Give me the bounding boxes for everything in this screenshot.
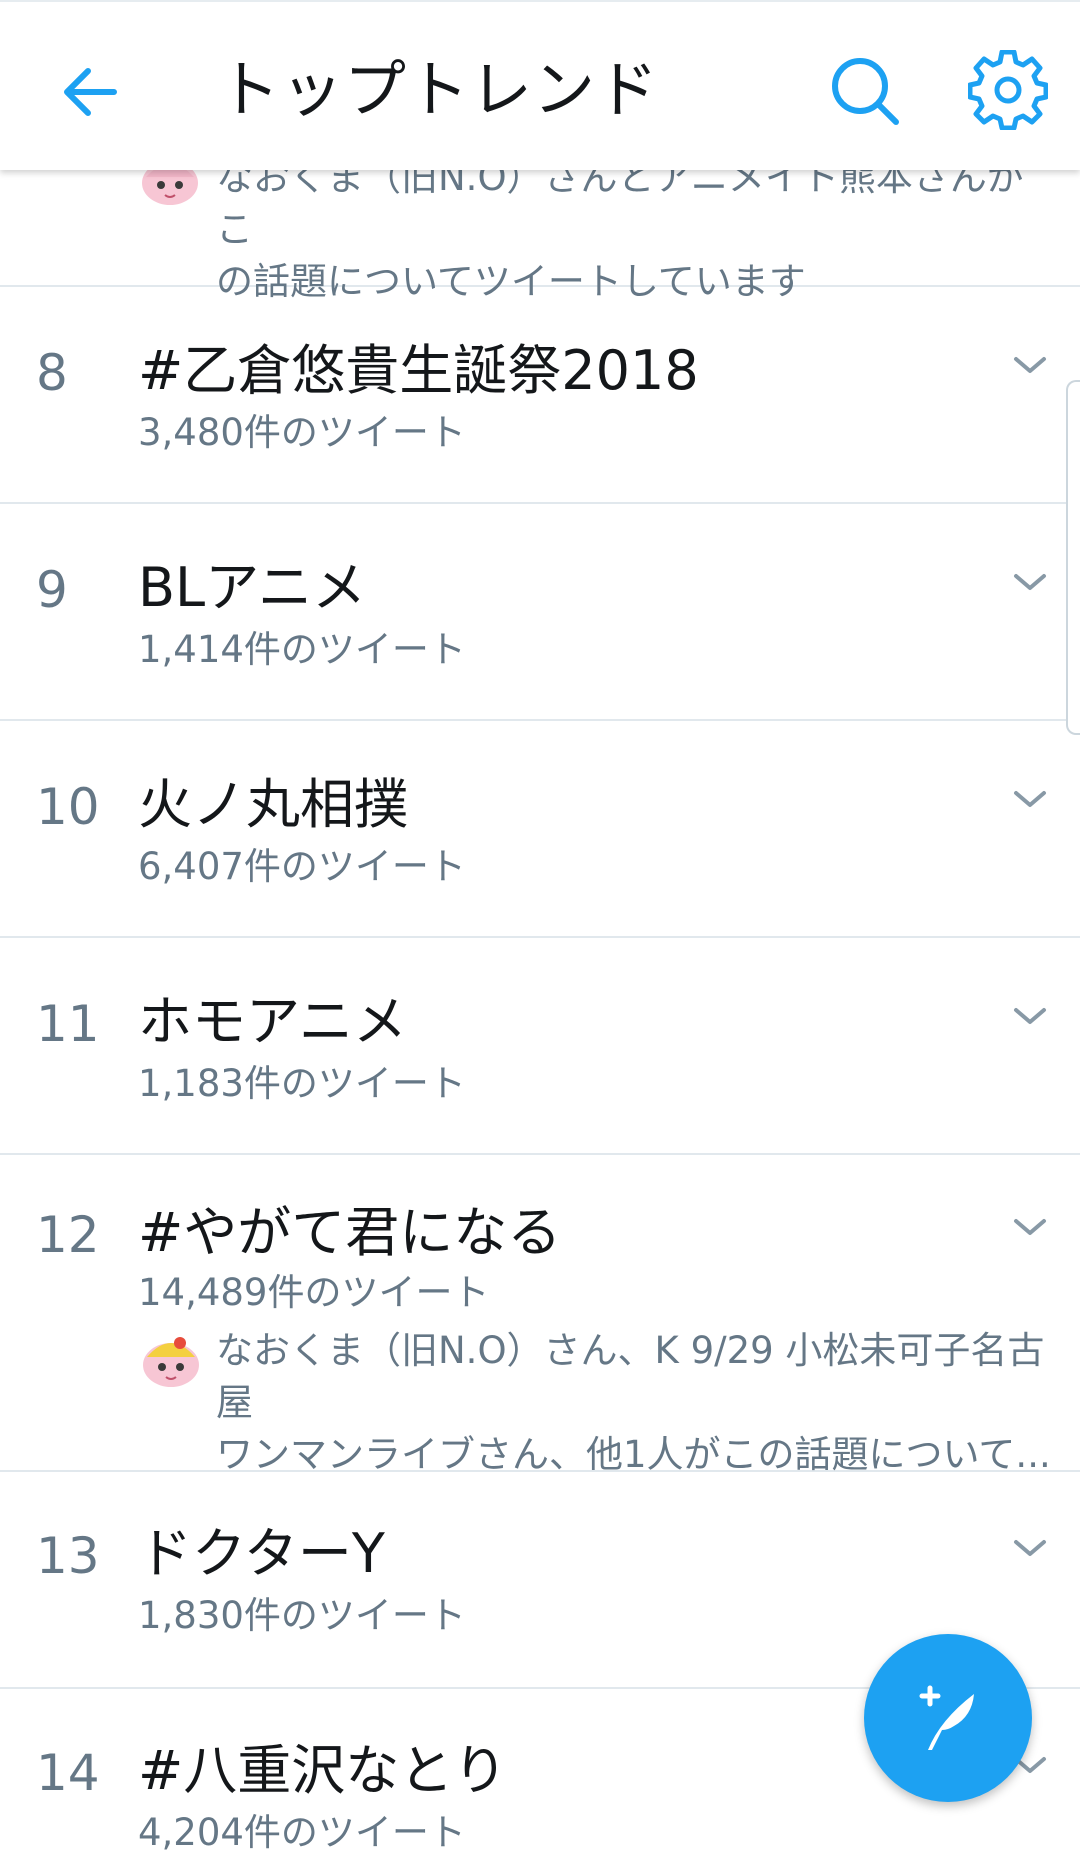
avatar [143, 1337, 199, 1387]
compose-tweet-icon [919, 1685, 974, 1750]
tweet-count: 3,480件のツイート [138, 411, 466, 454]
tweet-count: 6,407件のツイート [138, 845, 466, 888]
trend-item[interactable]: 11 ホモアニメ 1,183件のツイート [0, 938, 1080, 1155]
tweet-count: 1,183件のツイート [138, 1062, 466, 1105]
page-title: トップトレンド [218, 53, 660, 126]
chevron-down-icon[interactable] [1010, 351, 1050, 379]
trend-rank: 8 [36, 344, 68, 402]
trend-context: なおくま（旧N.O）さんとアニメイト熊本さんがこ の話題についてツイートしていま… [216, 152, 1056, 308]
trend-item[interactable]: 10 火ノ丸相撲 6,407件のツイート [0, 721, 1080, 938]
search-icon[interactable] [826, 52, 906, 132]
chevron-down-icon[interactable] [1010, 568, 1050, 596]
tweet-count: 1,414件のツイート [138, 628, 466, 671]
trend-name: ドクターY [138, 1522, 385, 1585]
trend-context: なおくま（旧N.O）さん、K 9/29 小松未可子名古屋 ワンマンライブさん、他… [216, 1325, 1076, 1481]
trend-item[interactable]: 9 BLアニメ 1,414件のツイート [0, 504, 1080, 721]
trend-item[interactable]: 12 #やがて君になる 14,489件のツイート なおくま（旧N.O）さん、K … [0, 1155, 1080, 1476]
trend-item[interactable]: 8 #乙倉悠貴生誕祭2018 3,480件のツイート [0, 287, 1080, 504]
chevron-down-icon[interactable] [1010, 1002, 1050, 1030]
trend-rank: 14 [36, 1744, 100, 1802]
trend-name: #八重沢なとり [138, 1739, 508, 1802]
trend-name: BLアニメ [138, 556, 367, 619]
tweet-count: 14,489件のツイート [138, 1271, 490, 1314]
tweet-count: 1,830件のツイート [138, 1594, 466, 1637]
compose-tweet-button[interactable] [864, 1634, 1032, 1802]
trend-rank: 12 [36, 1206, 100, 1264]
scrollbar-thumb[interactable] [1066, 380, 1080, 735]
chevron-down-icon[interactable] [1010, 785, 1050, 813]
trend-rank: 11 [36, 995, 100, 1053]
trend-name: 火ノ丸相撲 [138, 773, 408, 836]
trend-name: ホモアニメ [138, 990, 407, 1053]
trend-rank: 13 [36, 1527, 100, 1585]
trend-rank: 10 [36, 778, 100, 836]
tweet-count: 4,204件のツイート [138, 1811, 466, 1850]
gear-icon[interactable] [968, 50, 1048, 130]
arrow-left-icon[interactable] [56, 57, 126, 127]
trend-name: #乙倉悠貴生誕祭2018 [138, 339, 699, 402]
trend-rank: 9 [36, 561, 68, 619]
trend-context-line: なおくま（旧N.O）さん、K 9/29 小松未可子名古屋 [216, 1329, 1045, 1424]
trend-name: #やがて君になる [138, 1201, 562, 1264]
app-bar: トップトレンド [0, 0, 1080, 170]
chevron-down-icon[interactable] [1010, 1213, 1050, 1241]
chevron-down-icon[interactable] [1010, 1534, 1050, 1562]
